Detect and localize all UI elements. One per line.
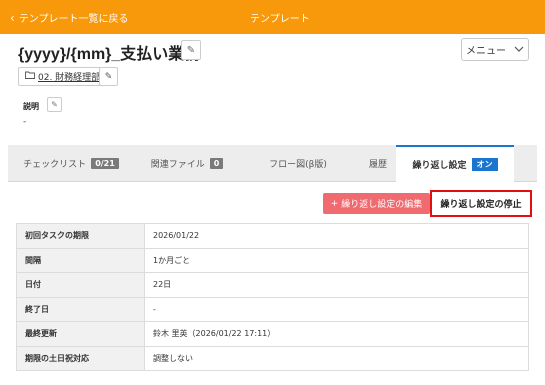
plus-icon: + (330, 198, 339, 209)
table-row: 日付 22日 (16, 272, 529, 298)
description-label: 説明 (23, 102, 39, 111)
edit-recurrence-label: 繰り返し設定の編集 (341, 200, 423, 210)
folder-icon (25, 71, 35, 82)
chevron-left-icon: ‹ (10, 10, 15, 25)
tab-checklist[interactable]: チェックリスト 0/21 (8, 145, 134, 182)
edit-folder-button[interactable]: ✎ (99, 67, 118, 86)
tab-bar: チェックリスト 0/21 関連ファイル 0 フロー図(β版) 履歴 繰り返し設定… (8, 145, 537, 182)
related-files-count-badge: 0 (209, 158, 224, 169)
menu-button-label: メニュー (466, 46, 506, 57)
page-title: {yyyy}/{mm}_支払い業務 (18, 46, 201, 63)
description-value: - (23, 117, 27, 127)
table-row: 初回タスクの期限 2026/01/22 (16, 223, 529, 249)
tab-label: チェックリスト (23, 160, 87, 170)
table-row: 期限の土日祝対応 調整しない (16, 345, 529, 371)
recurrence-settings-table: 初回タスクの期限 2026/01/22 間隔 1か月ごと 日付 22日 終了日 … (16, 223, 529, 371)
setting-key: 終了日 (16, 296, 145, 322)
edit-description-button[interactable]: ✎ (47, 97, 62, 112)
top-bar: ‹ テンプレート一覧に戻る テンプレート (0, 0, 545, 34)
setting-key: 最終更新 (16, 321, 145, 347)
menu-button[interactable]: メニュー (461, 38, 529, 61)
tab-label: 履歴 (368, 160, 387, 170)
tab-label: フロー図(β版) (269, 160, 327, 170)
folder-link[interactable]: 02. 財務経理部 (18, 67, 108, 86)
setting-key: 間隔 (16, 247, 145, 273)
tab-related-files[interactable]: 関連ファイル 0 (134, 145, 240, 182)
stop-recurrence-button[interactable]: 繰り返し設定の停止 (430, 190, 532, 217)
folder-label: 02. 財務経理部 (38, 73, 101, 83)
setting-value: 1か月ごと (144, 247, 529, 273)
setting-value: - (144, 296, 529, 322)
chevron-down-icon (514, 44, 524, 55)
tab-label: 関連ファイル (150, 160, 205, 170)
topbar-title: テンプレート (250, 14, 310, 25)
back-to-template-list-link[interactable]: ‹ テンプレート一覧に戻る (10, 10, 129, 26)
table-row: 終了日 - (16, 296, 529, 322)
setting-key: 日付 (16, 272, 145, 298)
setting-value: 22日 (144, 272, 529, 298)
pencil-icon: ✎ (186, 44, 196, 56)
back-link-label: テンプレート一覧に戻る (18, 14, 129, 25)
setting-value: 2026/01/22 (144, 223, 529, 249)
edit-recurrence-button[interactable]: + 繰り返し設定の編集 (323, 193, 430, 214)
checklist-count-badge: 0/21 (91, 158, 119, 169)
edit-title-button[interactable]: ✎ (181, 40, 201, 60)
tab-label: 繰り返し設定 (412, 161, 467, 171)
tab-history[interactable]: 履歴 (356, 145, 400, 182)
table-row: 最終更新 鈴木 里英（2026/01/22 17:11） (16, 321, 529, 347)
tab-recurrence-settings[interactable]: 繰り返し設定 オン (396, 145, 514, 182)
recurrence-status-badge: オン (471, 158, 498, 171)
pencil-icon: ✎ (51, 100, 58, 109)
setting-key: 初回タスクの期限 (16, 223, 145, 249)
tab-flow-diagram[interactable]: フロー図(β版) (240, 145, 356, 182)
setting-value: 鈴木 里英（2026/01/22 17:11） (144, 321, 529, 347)
setting-value: 調整しない (144, 345, 529, 371)
stop-recurrence-label: 繰り返し設定の停止 (440, 200, 522, 210)
pencil-icon: ✎ (104, 71, 113, 82)
setting-key: 期限の土日祝対応 (16, 345, 145, 371)
table-row: 間隔 1か月ごと (16, 247, 529, 273)
